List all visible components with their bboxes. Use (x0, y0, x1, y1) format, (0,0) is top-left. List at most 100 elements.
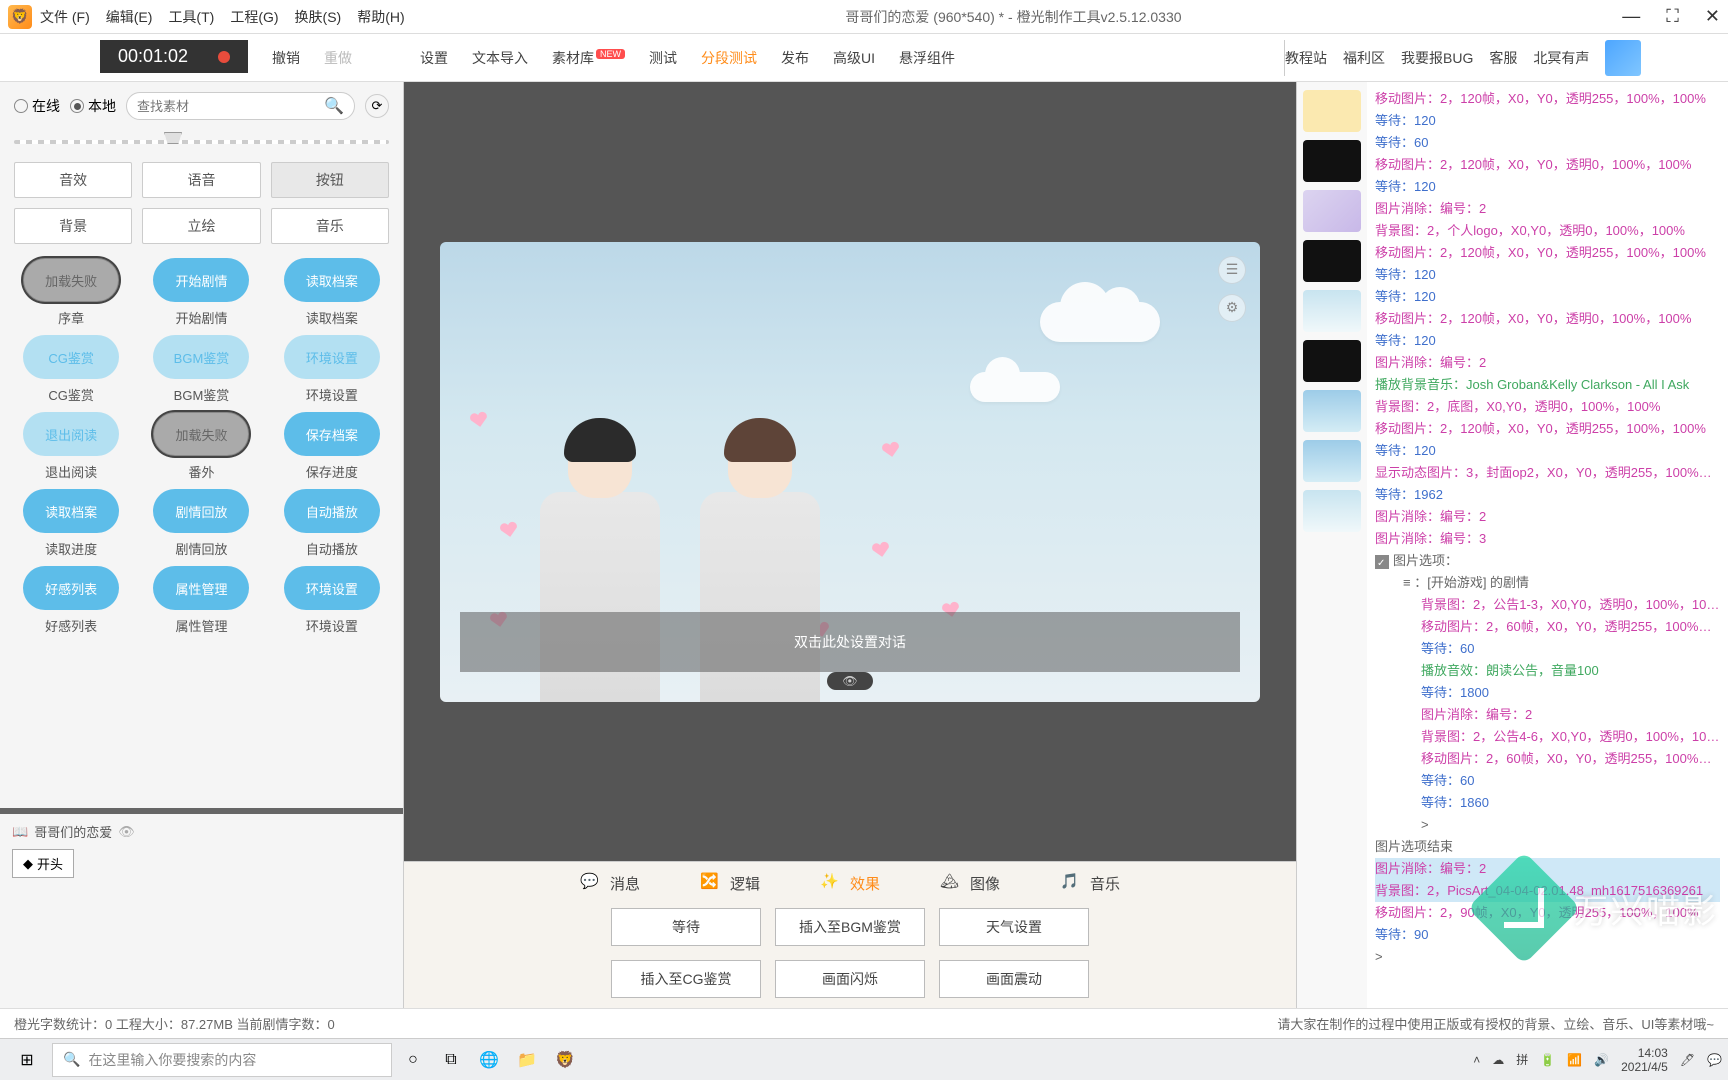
script-line[interactable]: 等待：120 (1375, 286, 1720, 308)
timeline-thumb[interactable] (1303, 290, 1361, 332)
link-welfare[interactable]: 福利区 (1343, 48, 1385, 68)
script-line[interactable]: 图片消除：编号：2 (1375, 506, 1720, 528)
stage-menu-icon[interactable]: ☰ (1218, 256, 1246, 284)
script-line[interactable]: 背景图：2，个人logo，X0,Y0，透明0，100%，100% (1375, 220, 1720, 242)
asset-item[interactable]: 读取档案读取进度 (10, 489, 132, 558)
tab-image[interactable]: 🏔图像 (940, 872, 1000, 894)
radio-online[interactable]: 在线 (14, 96, 60, 116)
timeline-thumb[interactable] (1303, 340, 1361, 382)
toolbar-assets[interactable]: 素材库NEW (552, 48, 625, 68)
explorer-icon[interactable]: 📁 (510, 1043, 544, 1077)
asset-search-input[interactable] (137, 99, 324, 114)
user-avatar[interactable] (1605, 40, 1641, 76)
timeline-thumb[interactable] (1303, 90, 1361, 132)
toolbar-advui[interactable]: 高级UI (833, 48, 875, 68)
hide-ui-icon[interactable]: 👁 (827, 672, 873, 690)
script-line[interactable]: 等待：1860 (1375, 792, 1720, 814)
script-line[interactable]: 图片选项结束 (1375, 836, 1720, 858)
tab-music[interactable]: 🎵音乐 (1060, 872, 1120, 894)
search-icon[interactable]: 🔍 (324, 96, 344, 116)
tab-effect[interactable]: ✨效果 (820, 872, 880, 894)
menu-item[interactable]: 编辑(E) (106, 7, 153, 27)
notification-icon[interactable]: 💬 (1707, 1053, 1722, 1067)
script-line[interactable]: 等待：120 (1375, 110, 1720, 132)
effect-action-button[interactable]: 天气设置 (939, 908, 1089, 946)
script-line[interactable]: 移动图片：2，120帧，X0，Y0，透明255，100%，100% (1375, 88, 1720, 110)
edge-icon[interactable]: 🌐 (472, 1043, 506, 1077)
script-line[interactable]: 移动图片：2，120帧，X0，Y0，透明255，100%，100% (1375, 418, 1720, 440)
timeline-thumb[interactable] (1303, 240, 1361, 282)
effect-action-button[interactable]: 等待 (611, 908, 761, 946)
tab-logic[interactable]: 🔀逻辑 (700, 872, 760, 894)
script-line[interactable]: 背景图：2，底图，X0,Y0，透明0，100%，100% (1375, 396, 1720, 418)
menu-item[interactable]: 文件 (F) (40, 7, 90, 27)
project-tree-root[interactable]: 📖 哥哥们的恋爱 👁 (12, 822, 391, 841)
script-line[interactable]: 移动图片：2，60帧，X0，Y0，透明255，100%，100% (1375, 616, 1720, 638)
script-line[interactable]: 等待：1800 (1375, 682, 1720, 704)
asset-item[interactable]: 剧情回放剧情回放 (140, 489, 262, 558)
taskview-icon[interactable]: ⧉ (434, 1043, 468, 1077)
zoom-slider[interactable] (14, 134, 389, 150)
app-taskbar-icon[interactable]: 🦁 (548, 1043, 582, 1077)
script-line[interactable]: 等待：1962 (1375, 484, 1720, 506)
script-line[interactable]: 播放音效：朗读公告，音量100 (1375, 660, 1720, 682)
asset-item[interactable]: 加载失败番外 (140, 412, 262, 481)
taskbar-clock[interactable]: 14:03 2021/4/5 (1621, 1046, 1668, 1074)
maximize-icon[interactable]: ⛶ (1666, 6, 1679, 27)
toolbar-textimport[interactable]: 文本导入 (472, 48, 528, 68)
script-line[interactable]: 等待：60 (1375, 770, 1720, 792)
toolbar-test[interactable]: 测试 (649, 48, 677, 68)
asset-item[interactable]: 读取档案读取档案 (271, 258, 393, 327)
category-tab[interactable]: 音乐 (271, 208, 389, 244)
timeline-thumb[interactable] (1303, 140, 1361, 182)
asset-item[interactable]: 环境设置环境设置 (271, 335, 393, 404)
script-line[interactable]: 等待：60 (1375, 638, 1720, 660)
category-tab[interactable]: 按钮 (271, 162, 389, 198)
asset-item[interactable]: 自动播放自动播放 (271, 489, 393, 558)
ink-icon[interactable]: 🖊 (1680, 1053, 1695, 1067)
asset-search[interactable]: 🔍 (126, 92, 355, 120)
timeline-thumb[interactable] (1303, 390, 1361, 432)
asset-item[interactable]: 属性管理属性管理 (140, 566, 262, 635)
effect-action-button[interactable]: 插入至CG鉴赏 (611, 960, 761, 998)
scene-start-node[interactable]: ◆ 开头 (12, 849, 74, 878)
cortana-icon[interactable]: ○ (396, 1043, 430, 1077)
asset-item[interactable]: 保存档案保存进度 (271, 412, 393, 481)
script-line[interactable]: 背景图：2，公告4-6，X0,Y0，透明0，100%，100% (1375, 726, 1720, 748)
asset-item[interactable]: 开始剧情开始剧情 (140, 258, 262, 327)
asset-item[interactable]: 环境设置环境设置 (271, 566, 393, 635)
category-tab[interactable]: 语音 (142, 162, 260, 198)
link-support[interactable]: 客服 (1489, 48, 1517, 68)
wifi-icon[interactable]: 📶 (1567, 1053, 1582, 1067)
asset-item[interactable]: BGM鉴赏BGM鉴赏 (140, 335, 262, 404)
script-line[interactable]: 等待：120 (1375, 440, 1720, 462)
asset-item[interactable]: CG鉴赏CG鉴赏 (10, 335, 132, 404)
timeline-thumb[interactable] (1303, 490, 1361, 532)
toolbar-settings[interactable]: 设置 (420, 48, 448, 68)
menu-item[interactable]: 换肤(S) (295, 7, 342, 27)
minimize-icon[interactable]: — (1622, 6, 1640, 27)
timeline-thumb[interactable] (1303, 440, 1361, 482)
link-tutorial[interactable]: 教程站 (1285, 48, 1327, 68)
menu-item[interactable]: 工程(G) (230, 7, 278, 27)
toolbar-float[interactable]: 悬浮组件 (899, 48, 955, 68)
script-line[interactable]: 移动图片：2，120帧，X0，Y0，透明0，100%，100% (1375, 154, 1720, 176)
script-line[interactable]: 图片消除：编号：2 (1375, 198, 1720, 220)
tab-message[interactable]: 💬消息 (580, 872, 640, 894)
script-line[interactable]: > (1375, 946, 1720, 968)
script-line[interactable]: 移动图片：2，120帧，X0，Y0，透明0，100%，100% (1375, 308, 1720, 330)
script-line[interactable]: 等待：120 (1375, 264, 1720, 286)
asset-item[interactable]: 好感列表好感列表 (10, 566, 132, 635)
link-audio[interactable]: 北冥有声 (1533, 48, 1589, 68)
script-line[interactable]: 播放背景音乐：Josh Groban&Kelly Clarkson - All … (1375, 374, 1720, 396)
tray-up-icon[interactable]: ˄ (1473, 1053, 1480, 1067)
script-line[interactable]: 图片消除：编号：3 (1375, 528, 1720, 550)
asset-item[interactable]: 退出阅读退出阅读 (10, 412, 132, 481)
timeline-thumb[interactable] (1303, 190, 1361, 232)
script-line[interactable]: 图片消除：编号：2 (1375, 704, 1720, 726)
menu-item[interactable]: 工具(T) (168, 7, 214, 27)
toolbar-publish[interactable]: 发布 (781, 48, 809, 68)
preview-stage[interactable]: ☰ ⚙ 双击此处设置对话 👁 (440, 242, 1260, 702)
ime-icon[interactable]: 拼 (1516, 1051, 1528, 1068)
radio-local[interactable]: 本地 (70, 96, 116, 116)
